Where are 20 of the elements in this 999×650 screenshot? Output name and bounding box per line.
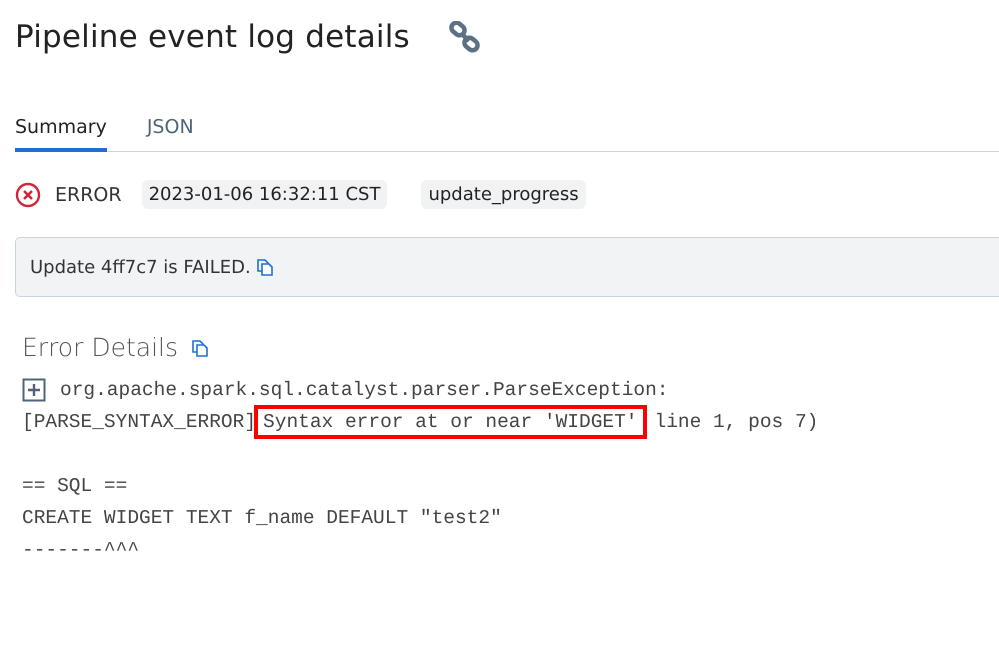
- error-icon: [15, 182, 41, 208]
- page-title: Pipeline event log details: [15, 19, 410, 55]
- code-text: CREATE WIDGET TEXT f_name DEFAULT "test2": [22, 507, 502, 529]
- code-text: [PARSE_SYNTAX_ERROR]: [22, 411, 256, 433]
- code-text: == SQL ==: [22, 475, 128, 497]
- event-level: ERROR: [55, 184, 122, 206]
- copy-icon[interactable]: [190, 338, 210, 358]
- code-text: line 1, pos 7): [654, 411, 818, 433]
- expand-icon[interactable]: [22, 378, 46, 402]
- timestamp-tag: 2023-01-06 16:32:11 CST: [142, 180, 388, 209]
- tab[interactable]: Summary: [15, 108, 107, 152]
- code-text: -------^^^: [22, 539, 140, 561]
- copy-icon[interactable]: [254, 257, 275, 277]
- section-title: Error Details: [22, 333, 178, 362]
- code-text: org.apache.spark.sql.catalyst.parser.ParseException:: [60, 379, 668, 401]
- link-icon[interactable]: [448, 21, 482, 53]
- tab[interactable]: JSON: [146, 108, 194, 152]
- highlight-box: Syntax error at or near 'WIDGET': [254, 405, 647, 439]
- message-text: Update 4ff7c7 is FAILED.: [30, 256, 251, 278]
- event-type-tag: update_progress: [421, 180, 586, 209]
